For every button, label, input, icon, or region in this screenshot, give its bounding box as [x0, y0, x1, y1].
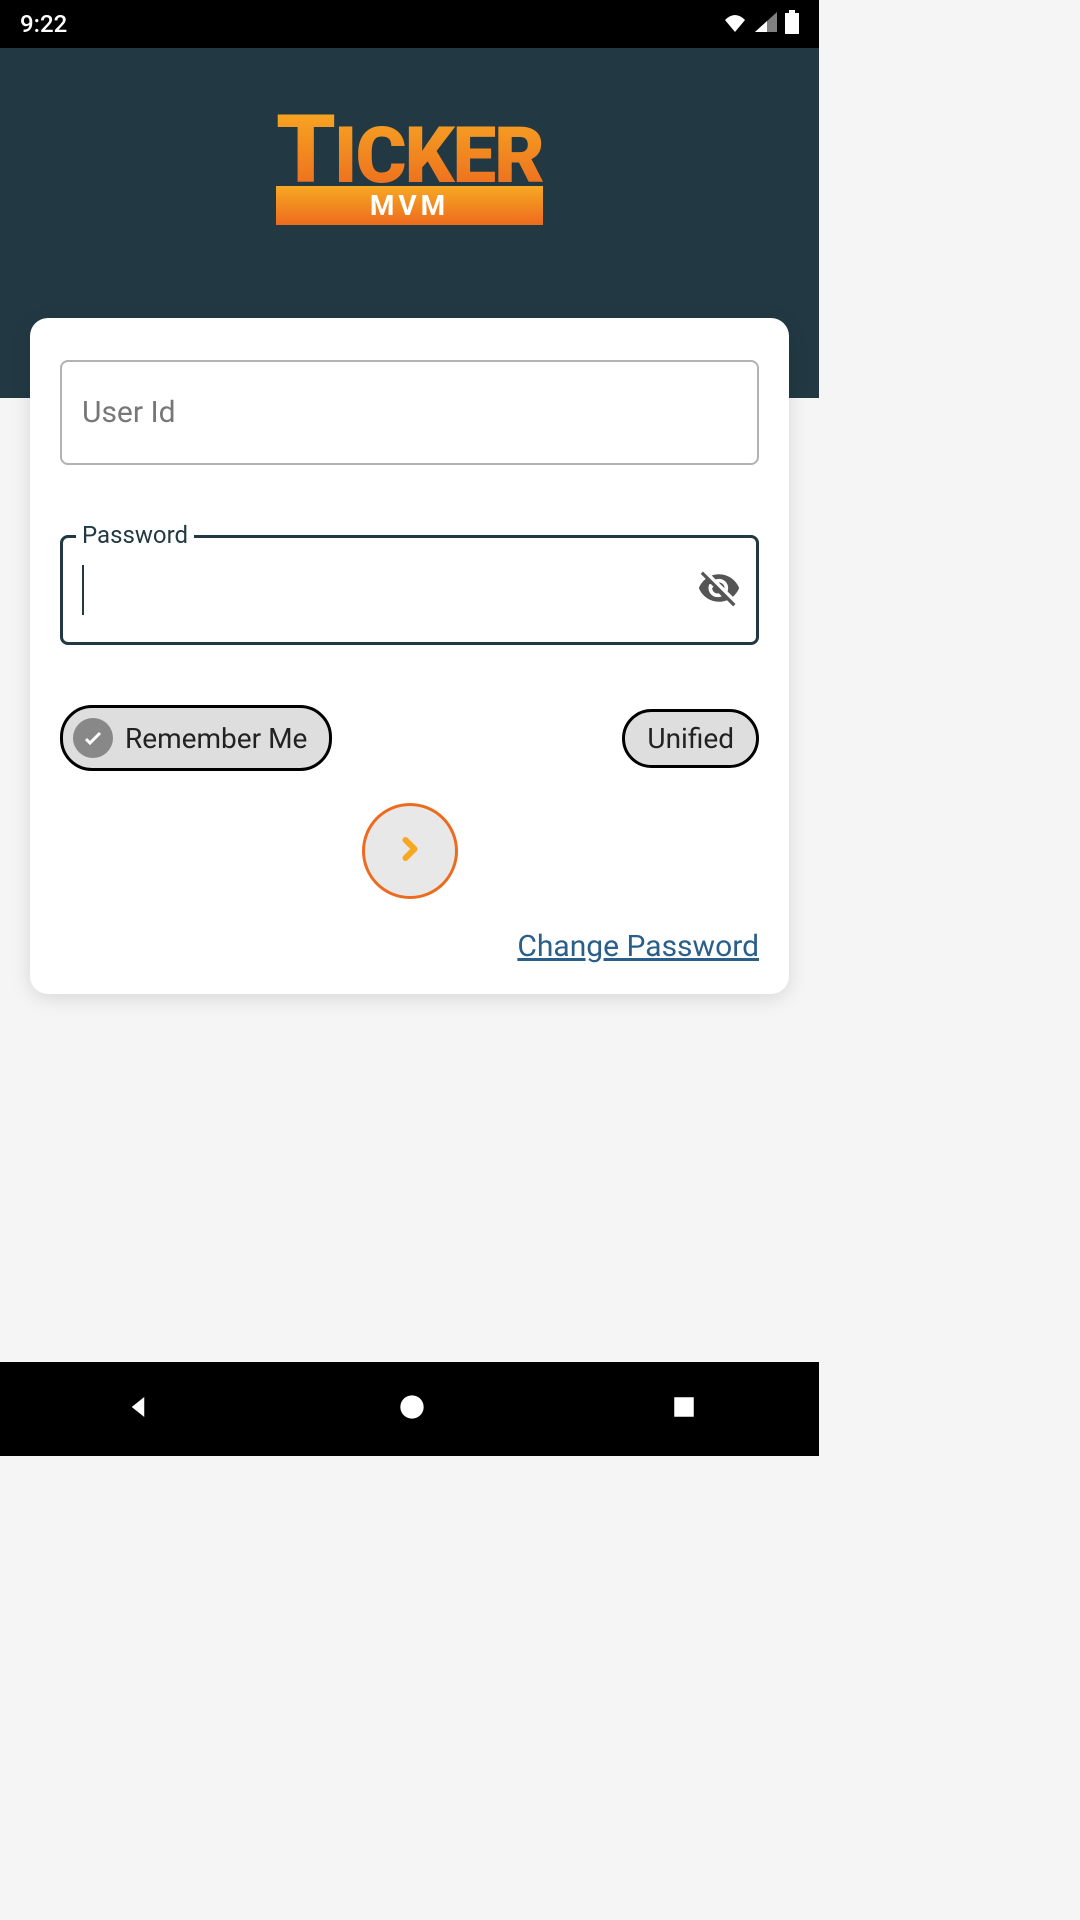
submit-button[interactable] [362, 803, 458, 899]
user-id-field-wrapper [60, 360, 759, 465]
unified-label: Unified [647, 722, 734, 755]
text-cursor [82, 565, 84, 615]
login-card: Password Remember Me Unified Change Pass… [30, 318, 789, 994]
back-button[interactable] [103, 1372, 173, 1446]
wifi-icon [723, 12, 747, 36]
password-field-wrapper: Password [60, 535, 759, 645]
status-icons [723, 10, 799, 38]
user-id-field[interactable] [60, 360, 759, 465]
chevron-right-icon [392, 831, 428, 871]
brand-logo: TICKER ® MVM [276, 108, 543, 225]
password-label: Password [76, 521, 194, 549]
signal-icon [755, 12, 777, 36]
remember-me-label: Remember Me [125, 722, 307, 755]
battery-icon [785, 10, 799, 38]
recent-apps-button[interactable] [651, 1374, 717, 1444]
status-bar: 9:22 [0, 0, 819, 48]
visibility-off-icon[interactable] [697, 566, 741, 614]
check-icon [73, 718, 113, 758]
password-field[interactable] [60, 535, 759, 645]
logo-main-text: TICKER ® [276, 108, 543, 194]
status-time: 9:22 [20, 10, 67, 38]
unified-chip[interactable]: Unified [622, 709, 759, 768]
remember-me-chip[interactable]: Remember Me [60, 705, 332, 771]
change-password-link[interactable]: Change Password [517, 929, 759, 964]
home-button[interactable] [378, 1373, 446, 1445]
navigation-bar [0, 1362, 819, 1456]
registered-mark: ® [551, 98, 563, 114]
submit-row [60, 803, 759, 899]
link-row: Change Password [60, 929, 759, 964]
options-row: Remember Me Unified [60, 705, 759, 771]
